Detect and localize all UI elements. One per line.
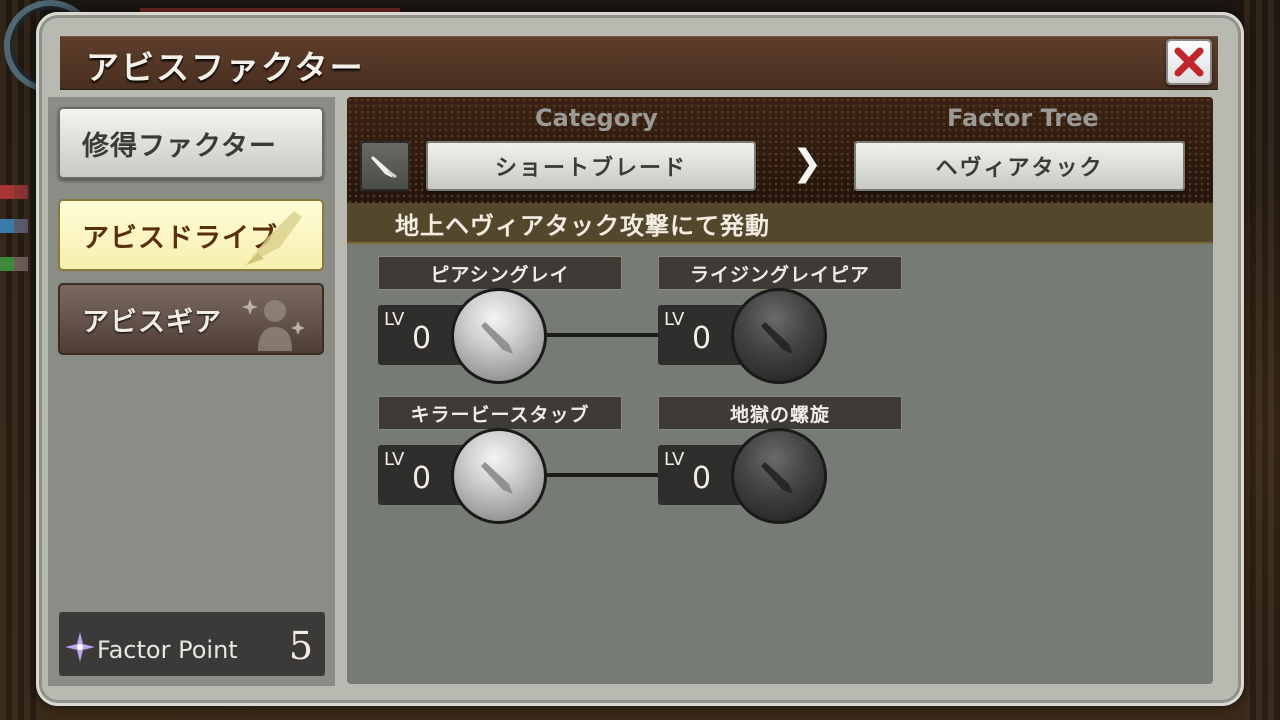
trigger-description-bar: 地上ヘヴィアタック攻撃にて発動 [347,203,1213,244]
factor-tree-value: ヘヴィアタック [935,156,1104,181]
sidebar-panel [48,97,335,686]
close-x-icon [1174,47,1204,77]
skill-name-label: ライジングレイピア [658,256,902,290]
factor-tree-select-button[interactable]: ヘヴィアタック [854,141,1185,191]
sidebar-item-abyss-gear[interactable]: アビスギア [58,283,324,355]
category-icon-button[interactable] [360,141,410,191]
factor-point-label: Factor Point [97,636,238,664]
skill-connector-line [545,473,665,477]
blade-silhouette-icon [481,462,513,494]
category-value: ショートブレード [494,156,687,181]
level-label: LV [384,449,405,470]
blade-silhouette-icon [761,322,793,354]
skill-connector-line [545,333,665,337]
level-value: 0 [412,321,432,356]
sidebar-item-acquired-factor[interactable]: 修得ファクター [58,107,324,179]
sidebar-item-abyss-drive[interactable]: アビスドライブ [58,199,324,271]
level-label: LV [664,309,685,330]
blade-emblem-icon [246,211,302,265]
title-bar: アビスファクター [60,36,1218,90]
level-value: 0 [412,461,432,496]
blade-silhouette-icon [761,462,793,494]
trigger-description: 地上ヘヴィアタック攻撃にて発動 [395,212,770,240]
skill-orb-rising-rapier[interactable] [731,288,827,384]
level-value: 0 [692,461,712,496]
factor-tree-header-label: Factor Tree [947,104,1099,132]
sidebar-item-label: アビスギア [82,306,222,338]
category-header-label: Category [535,104,658,132]
sidebar-item-label: 修得ファクター [82,130,277,162]
skill-orb-killer-bee-stab[interactable] [451,428,547,524]
close-button[interactable] [1166,39,1212,85]
skill-name-label: キラービースタッブ [378,396,622,430]
skill-orb-hell-spiral[interactable] [731,428,827,524]
skill-orb-piercing-ray[interactable] [451,288,547,384]
skill-name-label: ピアシングレイ [378,256,622,290]
blade-silhouette-icon [481,322,513,354]
skill-name-label: 地獄の螺旋 [658,396,902,430]
factor-point-value: 5 [288,624,313,668]
background-pillar-left [0,0,40,720]
sparkle-icon [65,632,95,662]
level-value: 0 [692,321,712,356]
chevron-right-icon: ❯ [792,143,823,184]
background-pillar-right [1244,0,1280,720]
window-title: アビスファクター [86,48,365,87]
level-label: LV [664,449,685,470]
factor-point-display: Factor Point 5 [59,612,325,676]
person-sparkle-icon [242,299,305,351]
level-label: LV [384,309,405,330]
category-select-button[interactable]: ショートブレード [426,141,756,191]
short-blade-icon [371,156,397,178]
